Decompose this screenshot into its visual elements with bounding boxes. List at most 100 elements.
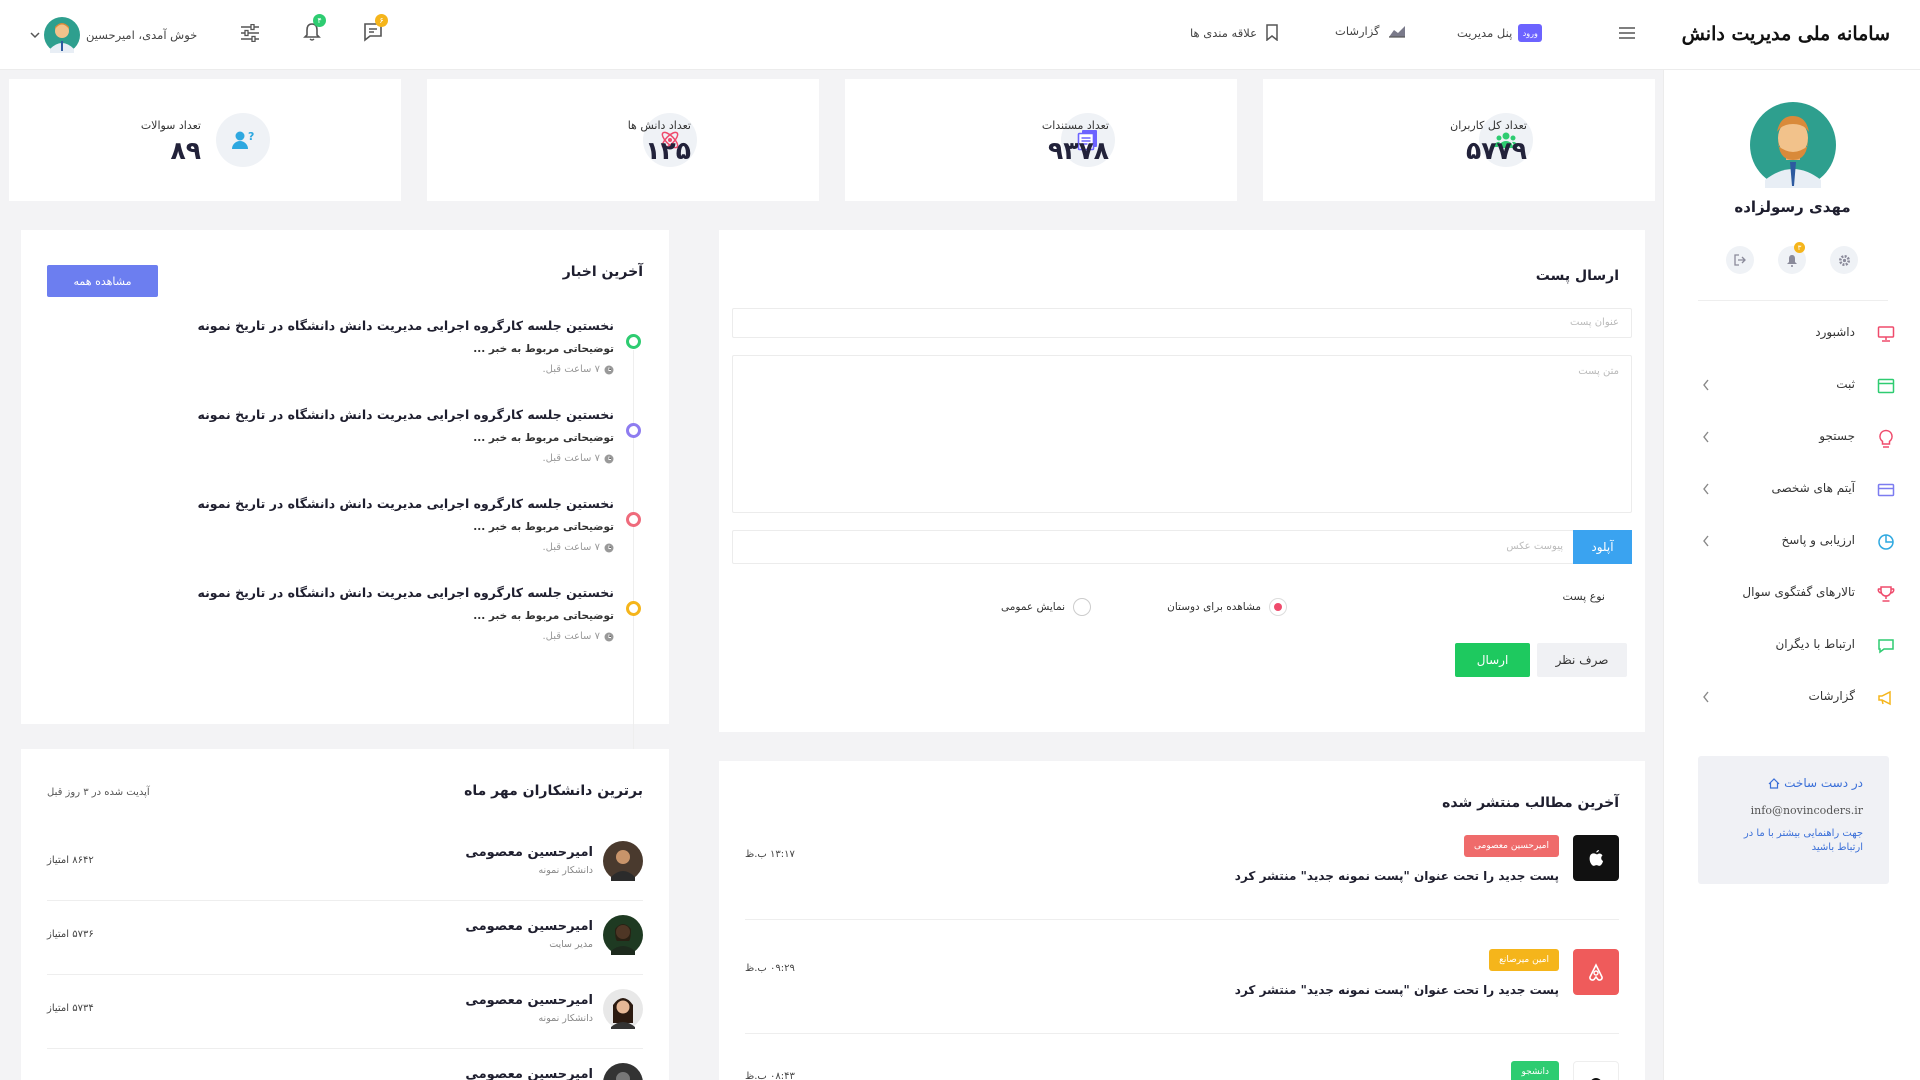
clock-icon (604, 454, 614, 463)
view-all-button[interactable]: مشاهده همه (47, 265, 158, 297)
apple-icon (1573, 835, 1619, 881)
news-item-time: ۷ ساعت قبل. (542, 364, 601, 375)
menu-label: آیتم های شخصی (1771, 481, 1856, 495)
menu-label: داشبورد (1815, 325, 1855, 339)
news-item[interactable]: نخستین جلسه کارگروه اجرایی مدیریت دانش د… (21, 585, 669, 671)
user-question-icon: ? (216, 113, 270, 167)
post-form-card: ارسال پست عنوان پست متن پست پیوست عکس آپ… (719, 230, 1645, 732)
welcome-text: خوش آمدی، امیرحسین (86, 28, 198, 42)
top-user-row[interactable]: امیرحسین معصومی دانشکار نمونه ۸۶۴۲ امتیا… (21, 841, 669, 901)
radio-public[interactable] (1073, 598, 1091, 616)
stat-card-knowledge[interactable]: تعداد دانش ها ۱۲۵ (427, 79, 819, 201)
stat-value: ۹۳۷۸ (1047, 136, 1109, 165)
top-user-score: ۵۷۳۶ امتیاز (47, 929, 94, 940)
post-item[interactable]: امین میرصانع پست جدید را تحت عنوان "پست … (719, 949, 1645, 1039)
top-user-row[interactable]: امیرحسین معصومی مدیر سایت ۵۷۳۶ امتیاز (21, 915, 669, 975)
top-user-row[interactable]: امیرحسین معصومی (21, 1063, 669, 1080)
logo[interactable]: سامانه ملی مدیریت دانش (1682, 6, 1896, 62)
radio-public-label: نمایش عمومی (1001, 601, 1065, 613)
top-user-score: ۸۶۴۲ امتیاز (47, 855, 94, 866)
stat-card-documents[interactable]: تعداد مستندات ۹۳۷۸ (845, 79, 1237, 201)
news-item-time: ۷ ساعت قبل. (542, 453, 601, 464)
post-time: ۰۹:۲۹ ب.ظ (745, 963, 795, 974)
menu-label: گزارشات (1808, 689, 1855, 703)
stat-card-users[interactable]: تعداد کل کاربران ۵۷۷۹ (1263, 79, 1655, 201)
nav-admin-panel[interactable]: ورود پنل مدیریت (1457, 24, 1543, 42)
post-form-title: ارسال پست (1535, 268, 1619, 284)
top-user-name: امیرحسین معصومی (465, 919, 593, 934)
news-item-time: ۷ ساعت قبل. (542, 542, 601, 553)
chart-area-icon (1388, 26, 1405, 38)
hamburger-icon[interactable] (1618, 26, 1636, 40)
divider (745, 1033, 1619, 1034)
sidebar-item-evaluation[interactable]: ارزیابی و پاسخ (1664, 523, 1920, 563)
bulb-icon (1877, 429, 1895, 449)
sidebar-item-search[interactable]: جستجو (1664, 419, 1920, 459)
top-user-name: امیرحسین معصومی (465, 845, 593, 860)
news-item[interactable]: نخستین جلسه کارگروه اجرایی مدیریت دانش د… (21, 318, 669, 404)
sidebar-settings-button[interactable] (1830, 246, 1858, 274)
timeline-dot (626, 423, 641, 438)
submit-button[interactable]: ارسال (1455, 643, 1530, 677)
news-item-desc: توضیحاتی مربوط به خبر ... (473, 521, 614, 533)
news-item[interactable]: نخستین جلسه کارگروه اجرایی مدیریت دانش د… (21, 407, 669, 493)
post-title-input[interactable]: عنوان پست (732, 308, 1632, 338)
notifications-button[interactable]: ۴ (303, 14, 326, 42)
top-users-title: برترین دانشکاران مهر ماه (464, 783, 643, 799)
upload-button[interactable]: آپلود (1573, 530, 1632, 564)
messages-badge: ۶ (375, 14, 388, 27)
cancel-button[interactable]: صرف نظر (1537, 643, 1627, 677)
sidebar-item-reports[interactable]: گزارشات (1664, 679, 1920, 719)
top-user-row[interactable]: امیرحسین معصومی دانشکار نمونه ۵۷۳۴ امتیا… (21, 989, 669, 1049)
promo-line2: ارتباط باشید (1811, 842, 1863, 853)
post-item[interactable]: دانشجو ۰۸:۴۳ ب.ظ (719, 1061, 1645, 1080)
divider (1698, 300, 1888, 301)
news-item[interactable]: نخستین جلسه کارگروه اجرایی مدیریت دانش د… (21, 496, 669, 582)
news-item-title: نخستین جلسه کارگروه اجرایی مدیریت دانش د… (197, 496, 614, 511)
top-user-score: ۵۷۳۴ امتیاز (47, 1003, 94, 1014)
settings-sliders-button[interactable] (240, 24, 260, 42)
profile-name: مهدی رسولزاده (1734, 198, 1851, 216)
trophy-icon (1877, 585, 1895, 603)
promo-email[interactable]: info@novincoders.ir (1751, 804, 1863, 817)
post-body-textarea[interactable]: متن پست (732, 355, 1632, 513)
sidebar-item-register[interactable]: ثبت (1664, 367, 1920, 407)
radio-friends[interactable] (1269, 598, 1287, 616)
post-text: پست جدید را تحت عنوان "پست نمونه جدید" م… (1234, 983, 1559, 997)
sidebar-item-forums[interactable]: تالارهای گفتگوی سوال (1664, 575, 1920, 615)
sidebar-notif-badge: ۳ (1794, 242, 1805, 253)
megaphone-icon (1877, 689, 1895, 707)
profile-avatar[interactable] (1750, 102, 1836, 188)
stat-card-questions[interactable]: ? تعداد سوالات ۸۹ (9, 79, 401, 201)
top-user-role: دانشکار نمونه (538, 865, 593, 876)
avatar (44, 17, 80, 53)
timeline-dot (626, 334, 641, 349)
news-item-meta: ۷ ساعت قبل. (543, 453, 615, 464)
clock-icon (604, 543, 614, 552)
top-bar: سامانه ملی مدیریت دانش ورود پنل مدیریت گ… (0, 0, 1920, 70)
nav-reports[interactable]: گزارشات (1335, 24, 1406, 38)
circle-icon (1573, 1061, 1619, 1080)
nav-bookmarks[interactable]: علاقه مندی ها (1190, 24, 1279, 41)
gear-icon (1838, 254, 1850, 266)
sidebar-item-dashboard[interactable]: داشبورد (1664, 315, 1920, 355)
stat-title: تعداد دانش ها (627, 119, 691, 132)
sidebar-item-personal[interactable]: آیتم های شخصی (1664, 471, 1920, 511)
placeholder: عنوان پست (1570, 317, 1619, 328)
post-item[interactable]: امیرحسین معصومی پست جدید را تحت عنوان "پ… (719, 835, 1645, 925)
menu-label: ارتباط با دیگران (1775, 637, 1855, 651)
bookmarks-label: علاقه مندی ها (1190, 25, 1257, 40)
news-item-time: ۷ ساعت قبل. (542, 631, 601, 642)
menu-label: ارزیابی و پاسخ (1781, 533, 1855, 547)
logout-button[interactable] (1726, 246, 1754, 274)
sidebar-notifications-button[interactable]: ۳ (1778, 242, 1806, 274)
svg-text:?: ? (248, 130, 254, 143)
news-card: آخرین اخبار مشاهده همه نخستین جلسه کارگر… (21, 230, 669, 890)
avatar (603, 841, 643, 881)
messages-button[interactable]: ۶ (363, 14, 388, 42)
attach-input[interactable]: پیوست عکس (732, 530, 1574, 564)
news-item-title: نخستین جلسه کارگروه اجرایی مدیریت دانش د… (197, 318, 614, 333)
divider (47, 974, 643, 975)
sidebar-item-connect[interactable]: ارتباط با دیگران (1664, 627, 1920, 667)
user-menu[interactable]: خوش آمدی، امیرحسین (30, 17, 197, 53)
